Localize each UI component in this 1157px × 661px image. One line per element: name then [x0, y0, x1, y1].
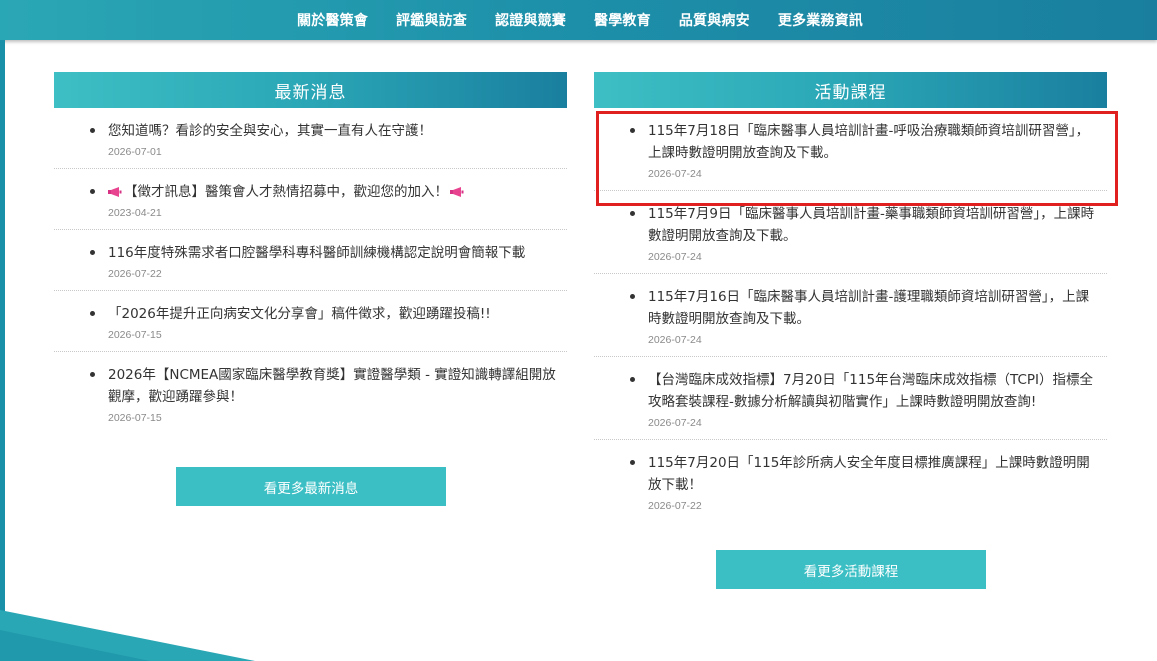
bullet-icon — [90, 250, 95, 255]
nav-item-medical-education[interactable]: 醫學教育 — [594, 10, 651, 30]
nav-item-about[interactable]: 關於醫策會 — [297, 10, 368, 30]
news-header: 最新消息 — [54, 72, 567, 108]
course-item-title[interactable]: 【台灣臨床成效指標】7月20日「115年台灣臨床成效指標（TCPI）指標全攻略套… — [648, 369, 1099, 413]
bullet-icon — [630, 128, 635, 133]
news-item-title-text: 【徵才訊息】醫策會人才熱情招募中，歡迎您的加入！ — [124, 184, 448, 200]
bullet-icon — [90, 189, 95, 194]
more-news-button[interactable]: 看更多最新消息 — [176, 467, 446, 506]
bullet-icon — [90, 311, 95, 316]
news-section: 最新消息 您知道嗎？看診的安全與安心，其實一直有人在守護！ 2026-07-01… — [54, 72, 567, 434]
decorative-wedge — [0, 600, 290, 661]
left-accent-strip — [0, 40, 5, 661]
news-item-date: 2026-07-01 — [108, 146, 162, 158]
news-item[interactable]: 您知道嗎？看診的安全與安心，其實一直有人在守護！ 2026-07-01 — [54, 108, 567, 169]
news-item-title[interactable]: 116年度特殊需求者口腔醫學科專科醫師訓練機構認定說明會簡報下載 — [108, 242, 557, 264]
course-item-date: 2026-07-24 — [648, 168, 702, 180]
nav-item-certification[interactable]: 認證與競賽 — [495, 10, 566, 30]
megaphone-icon — [450, 187, 464, 197]
news-item-title[interactable]: 「2026年提升正向病安文化分享會」稿件徵求，歡迎踴躍投稿!! — [108, 303, 557, 325]
page: 關於醫策會 評鑑與訪查 認證與競賽 醫學教育 品質與病安 更多業務資訊 最新消息… — [0, 0, 1157, 661]
nav-item-more-services[interactable]: 更多業務資訊 — [778, 10, 863, 30]
news-item-date: 2026-07-15 — [108, 329, 162, 341]
bullet-icon — [630, 294, 635, 299]
news-item[interactable]: 2026年【NCMEA國家臨床醫學教育獎】實證醫學類 - 實證知識轉譯組開放觀摩… — [54, 352, 567, 434]
course-item-date: 2026-07-22 — [648, 500, 702, 512]
bullet-icon — [630, 211, 635, 216]
news-item-title[interactable]: 2026年【NCMEA國家臨床醫學教育獎】實證醫學類 - 實證知識轉譯組開放觀摩… — [108, 364, 557, 408]
courses-section: 活動課程 115年7月18日「臨床醫事人員培訓計畫-呼吸治療職類師資培訓研習營」… — [594, 72, 1107, 522]
news-item-date: 2026-07-15 — [108, 412, 162, 424]
course-item-title[interactable]: 115年7月16日「臨床醫事人員培訓計畫-護理職類師資培訓研習營」，上課時數證明… — [648, 286, 1099, 330]
bullet-icon — [90, 128, 95, 133]
nav-item-accreditation[interactable]: 評鑑與訪查 — [396, 10, 467, 30]
course-item-date: 2026-07-24 — [648, 417, 702, 429]
news-item-title[interactable]: 【徵才訊息】醫策會人才熱情招募中，歡迎您的加入！ — [108, 181, 557, 203]
news-list: 您知道嗎？看診的安全與安心，其實一直有人在守護！ 2026-07-01 【徵才訊… — [54, 108, 567, 434]
bullet-icon — [630, 377, 635, 382]
course-item[interactable]: 115年7月9日「臨床醫事人員培訓計畫-藥事職類師資培訓研習營」，上課時數證明開… — [594, 191, 1107, 274]
course-item-date: 2026-07-24 — [648, 334, 702, 346]
main-menu: 關於醫策會 評鑑與訪查 認證與競賽 醫學教育 品質與病安 更多業務資訊 — [297, 0, 891, 40]
news-item[interactable]: 「2026年提升正向病安文化分享會」稿件徵求，歡迎踴躍投稿!! 2026-07-… — [54, 291, 567, 352]
news-item[interactable]: 【徵才訊息】醫策會人才熱情招募中，歡迎您的加入！ 2023-04-21 — [54, 169, 567, 230]
megaphone-icon — [108, 187, 122, 197]
bullet-icon — [90, 372, 95, 377]
news-item-date: 2026-07-22 — [108, 268, 162, 280]
news-item-date: 2023-04-21 — [108, 207, 162, 219]
course-item[interactable]: 115年7月18日「臨床醫事人員培訓計畫-呼吸治療職類師資培訓研習營」，上課時數… — [594, 108, 1107, 191]
course-item-title[interactable]: 115年7月9日「臨床醫事人員培訓計畫-藥事職類師資培訓研習營」，上課時數證明開… — [648, 203, 1099, 247]
course-item[interactable]: 【台灣臨床成效指標】7月20日「115年台灣臨床成效指標（TCPI）指標全攻略套… — [594, 357, 1107, 440]
bullet-icon — [630, 460, 635, 465]
courses-header: 活動課程 — [594, 72, 1107, 108]
nav-item-quality-safety[interactable]: 品質與病安 — [679, 10, 750, 30]
more-courses-button[interactable]: 看更多活動課程 — [716, 550, 986, 589]
course-item-date: 2026-07-24 — [648, 251, 702, 263]
course-item[interactable]: 115年7月20日「115年診所病人安全年度目標推廣課程」上課時數證明開放下載！… — [594, 440, 1107, 522]
news-item-title[interactable]: 您知道嗎？看診的安全與安心，其實一直有人在守護！ — [108, 120, 557, 142]
course-item-title[interactable]: 115年7月20日「115年診所病人安全年度目標推廣課程」上課時數證明開放下載！ — [648, 452, 1099, 496]
course-item[interactable]: 115年7月16日「臨床醫事人員培訓計畫-護理職類師資培訓研習營」，上課時數證明… — [594, 274, 1107, 357]
courses-list: 115年7月18日「臨床醫事人員培訓計畫-呼吸治療職類師資培訓研習營」，上課時數… — [594, 108, 1107, 522]
news-item[interactable]: 116年度特殊需求者口腔醫學科專科醫師訓練機構認定說明會簡報下載 2026-07… — [54, 230, 567, 291]
course-item-title[interactable]: 115年7月18日「臨床醫事人員培訓計畫-呼吸治療職類師資培訓研習營」，上課時數… — [648, 120, 1099, 164]
top-navigation-bar: 關於醫策會 評鑑與訪查 認證與競賽 醫學教育 品質與病安 更多業務資訊 — [0, 0, 1157, 40]
